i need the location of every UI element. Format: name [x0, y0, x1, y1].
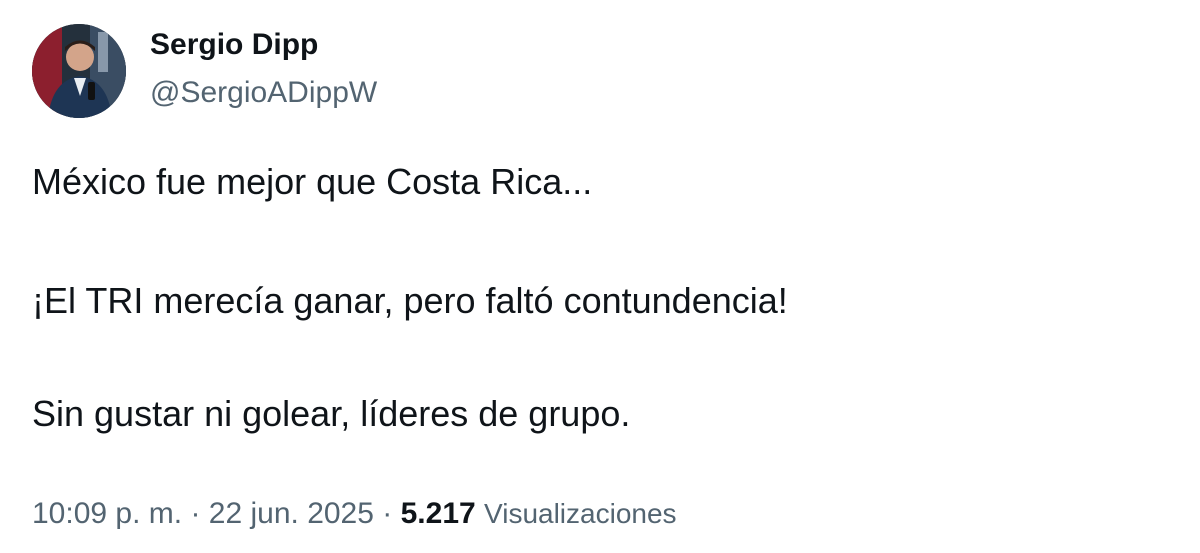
tweet-text-line: ¡El TRI merecía ganar, pero faltó contun… [32, 280, 788, 321]
views-count: 5.217 [400, 497, 476, 530]
tweet-card: Sergio Dipp @SergioADippW México fue mej… [0, 0, 1200, 553]
meta-separator: · [190, 497, 201, 530]
author-handle[interactable]: @SergioADippW [150, 74, 377, 112]
tweet-meta: 10:09 p. m. · 22 jun. 2025 · 5.217 Visua… [32, 494, 677, 534]
tweet-text-line: México fue mejor que Costa Rica... [32, 161, 593, 202]
tweet-time[interactable]: 10:09 p. m. [32, 497, 182, 530]
author-display-name[interactable]: Sergio Dipp [150, 26, 318, 64]
tweet-text-line: Sin gustar ni golear, líderes de grupo. [32, 393, 631, 434]
avatar-photo [32, 24, 126, 118]
tweet-date[interactable]: 22 jun. 2025 [209, 497, 374, 530]
views-label: Visualizaciones [484, 498, 677, 529]
avatar[interactable] [32, 24, 126, 118]
meta-separator: · [382, 497, 393, 530]
